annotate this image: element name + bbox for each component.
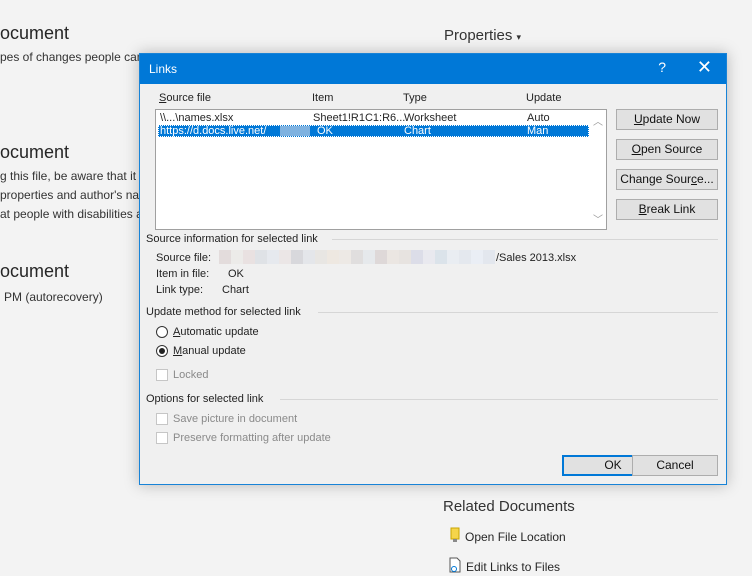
properties-label: Properties [444,27,513,44]
link-type-label: Link type: [156,284,204,296]
locked-checkbox[interactable] [156,369,168,381]
edit-links-link[interactable]: Edit Links to Files [449,557,560,576]
background-text-2b: properties and author's na [0,188,140,202]
chevron-down-icon: ▾ [516,32,522,42]
open-source-button[interactable]: Open Source [616,139,718,160]
background-text-1: pes of changes people can [0,50,144,64]
edit-links-label: Edit Links to Files [466,559,561,574]
redacted-source-path [219,250,495,264]
scroll-up-icon[interactable]: ︿ [593,113,603,128]
source-file-label: Source file: [156,252,212,264]
link-row-selected[interactable]: https://d.docs.live.net/ OK Chart Man [158,125,589,137]
link-type-value: Chart [222,284,249,296]
redacted-path [280,126,310,136]
background-text-2a: g this file, be aware that it [0,169,137,183]
background-text-2c: at people with disabilities a [0,207,143,221]
link-type: Worksheet [404,112,457,124]
close-icon[interactable]: ✕ [697,58,712,76]
dialog-title: Links [149,62,178,76]
divider [280,399,718,400]
scroll-down-icon[interactable]: ﹀ [593,211,603,226]
open-file-location-label: Open File Location [465,529,566,544]
save-picture-checkbox[interactable] [156,413,168,425]
related-documents-heading: Related Documents [443,498,575,515]
links-list[interactable]: \\...\names.xlsx Sheet1!R1C1:R6... Works… [155,109,607,230]
options-heading: Options for selected link [146,393,264,405]
change-source-button[interactable]: Change Source... [616,169,718,190]
link-item: Sheet1!R1C1:R6... [313,112,406,124]
manual-update-label[interactable]: Manual update [173,345,246,357]
locked-label: Locked [173,369,209,381]
column-header-source: Source file [159,92,211,104]
link-update: Auto [527,112,550,124]
help-icon[interactable]: ? [658,59,666,75]
update-now-button[interactable]: Update Now [616,109,718,130]
divider [318,312,718,313]
automatic-update-label[interactable]: Automatic update [173,326,259,338]
item-in-file-label: Item in file: [156,268,210,280]
source-info-heading: Source information for selected link [146,233,318,245]
automatic-update-radio[interactable] [156,326,168,338]
break-link-button[interactable]: Break Link [616,199,718,220]
link-row[interactable]: \\...\names.xlsx Sheet1!R1C1:R6... Works… [158,112,589,124]
dialog-titlebar: Links ? ✕ [140,54,726,84]
link-item: OK [317,125,333,137]
cancel-button[interactable]: Cancel [632,455,718,476]
link-document-icon [449,557,461,576]
column-header-type: Type [403,92,427,104]
preserve-formatting-checkbox[interactable] [156,432,168,444]
background-heading-2: ocument [0,142,70,162]
save-picture-label: Save picture in document [173,413,298,425]
link-source: \\...\names.xlsx [160,112,234,124]
divider [332,239,718,240]
update-method-heading: Update method for selected link [146,306,301,318]
links-dialog: Links ? ✕ Source file Item Type Update \… [139,53,727,485]
link-source: https://d.docs.live.net/ [160,125,267,137]
item-in-file-value: OK [228,268,244,280]
open-file-location-link[interactable]: Open File Location [450,527,566,546]
background-heading-3: ocument [0,261,70,281]
link-type: Chart [404,125,431,137]
manual-update-radio[interactable] [156,345,168,357]
folder-icon [450,527,460,546]
preserve-formatting-label: Preserve formatting after update [173,432,331,444]
link-update: Man [527,125,549,137]
source-file-value: /Sales 2013.xlsx [496,252,577,264]
properties-menu[interactable]: Properties ▾ [444,27,521,44]
vertical-scrollbar[interactable]: ︿ ﹀ [590,111,605,228]
column-header-update: Update [526,92,562,104]
background-text-3: PM (autorecovery) [4,290,103,304]
column-header-item: Item [312,92,334,104]
background-heading-1: ocument [0,23,70,43]
